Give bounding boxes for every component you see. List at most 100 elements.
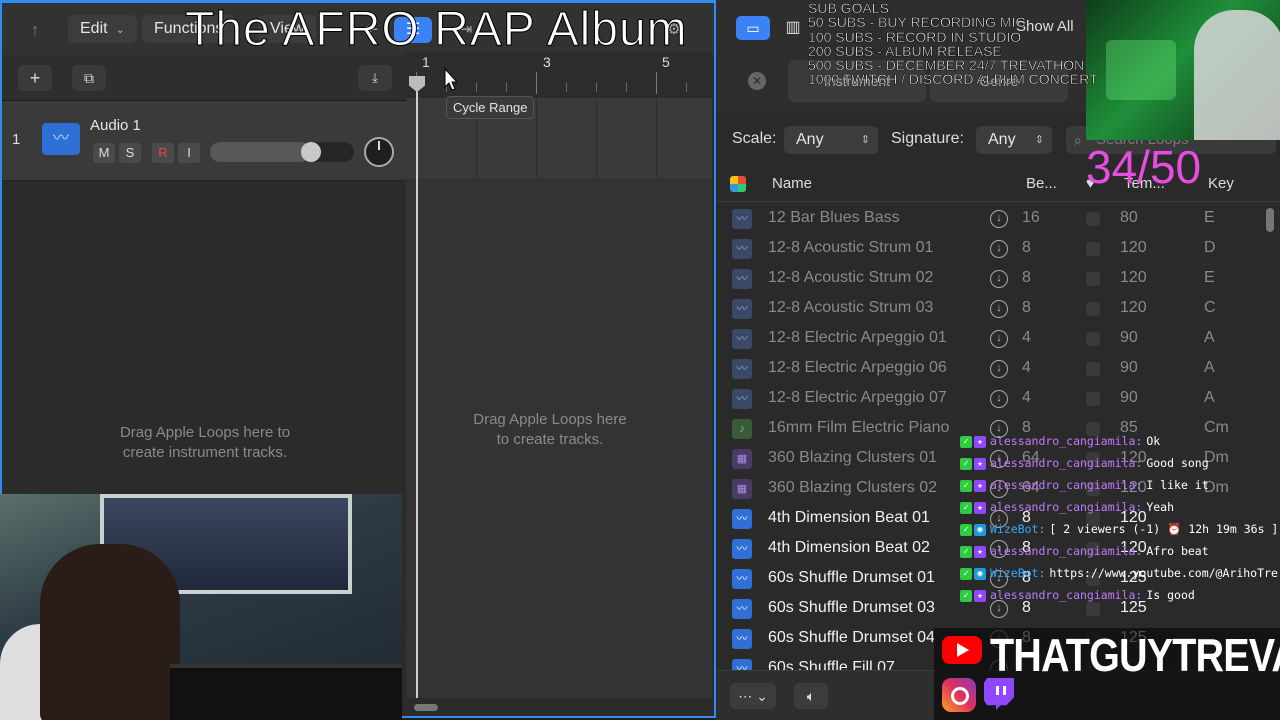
webcam-top xyxy=(1086,0,1280,140)
loop-tempo: 90 xyxy=(1120,329,1138,346)
scale-label: Scale: xyxy=(732,130,777,147)
favorite-checkbox[interactable] xyxy=(1086,302,1100,316)
loop-key: A xyxy=(1204,389,1215,406)
download-loop-icon[interactable]: ↓ xyxy=(990,210,1008,228)
updown-chevron-icon: ⇕ xyxy=(1034,134,1044,146)
name-column-header[interactable]: Name xyxy=(772,175,812,192)
download-loop-icon[interactable]: ↓ xyxy=(990,330,1008,348)
audio-loop-icon: 〰 xyxy=(732,209,752,229)
pattern-icon: ▦ xyxy=(732,479,752,499)
software-instrument-icon: ♪ xyxy=(732,419,752,439)
favorite-checkbox[interactable] xyxy=(1086,272,1100,286)
mute-button[interactable]: M xyxy=(93,143,115,163)
favorite-checkbox[interactable] xyxy=(1086,212,1100,226)
webcam-light xyxy=(1106,40,1176,100)
check-badge-icon: ✓ xyxy=(960,567,972,580)
audio-loop-icon: 〰 xyxy=(732,569,752,589)
category-icon[interactable] xyxy=(730,176,746,192)
grid-line xyxy=(656,98,657,178)
grid-line xyxy=(596,98,597,178)
loop-row[interactable]: 〰 12-8 Electric Arpeggio 01 ↓ 4 90 A xyxy=(716,324,1264,354)
signature-select[interactable]: Any ⇕ xyxy=(976,126,1052,154)
sub-goal-line: 500 SUBS - DECEMBER 24/7 TREVATHON xyxy=(808,57,1085,74)
duplicate-track-icon[interactable]: ⧉ xyxy=(72,65,106,91)
favorite-checkbox[interactable] xyxy=(1086,392,1100,406)
horizontal-scrollbar[interactable] xyxy=(414,704,438,711)
track-name[interactable]: Audio 1 xyxy=(90,117,141,134)
loop-row[interactable]: 〰 12-8 Electric Arpeggio 06 ↓ 4 90 A xyxy=(716,354,1264,384)
chat-message: ✓ ★ alessandro_cangiamila: Yeah xyxy=(960,500,1174,520)
favorite-checkbox[interactable] xyxy=(1086,242,1100,256)
pan-knob[interactable] xyxy=(364,137,394,167)
cycle-range-tooltip: Cycle Range xyxy=(446,96,535,119)
download-loop-icon[interactable]: ↓ xyxy=(990,240,1008,258)
loop-name: 360 Blazing Clusters 01 xyxy=(768,449,937,466)
loop-key: C xyxy=(1204,299,1216,316)
audio-loop-icon: 〰 xyxy=(732,359,752,379)
input-monitor-button[interactable]: I xyxy=(178,143,200,163)
download-loop-icon[interactable]: ↓ xyxy=(990,300,1008,318)
chat-message: ✓ ★ alessandro_cangiamila: I like it xyxy=(960,478,1209,498)
loop-tempo: 80 xyxy=(1120,209,1138,226)
chat-username: alessandro_cangiamila: xyxy=(990,434,1143,448)
volume-slider[interactable] xyxy=(210,142,354,162)
chat-username: alessandro_cangiamila: xyxy=(990,544,1143,558)
loop-row[interactable]: 〰 12-8 Acoustic Strum 01 ↓ 8 120 D xyxy=(716,234,1264,264)
favorite-checkbox[interactable] xyxy=(1086,332,1100,346)
beats-column-header[interactable]: Be... xyxy=(1026,175,1057,192)
edit-menu-label: Edit xyxy=(80,20,108,37)
back-arrow-icon[interactable]: ↑ xyxy=(22,17,48,43)
audio-loop-icon: 〰 xyxy=(732,389,752,409)
loop-row[interactable]: 〰 12-8 Acoustic Strum 02 ↓ 8 120 E xyxy=(716,264,1264,294)
loops-view-icon[interactable]: ▭ xyxy=(736,16,770,40)
bot-badge-icon: ◉ xyxy=(974,567,986,580)
drag-instruction-tracks: Drag Apple Loops here to create tracks. xyxy=(473,411,627,448)
stream-title: The AFRO RAP Album xyxy=(185,3,688,57)
star-badge-icon: ★ xyxy=(974,501,986,514)
check-badge-icon: ✓ xyxy=(960,435,972,448)
scale-select[interactable]: Any ⇕ xyxy=(784,126,878,154)
more-options-button[interactable]: ⋯ ⌄ xyxy=(730,683,776,709)
download-loop-icon[interactable]: ↓ xyxy=(990,360,1008,378)
arrange-area[interactable]: 1 3 5 Drag Apple Loops here to create tr… xyxy=(406,52,712,711)
check-badge-icon: ✓ xyxy=(960,589,972,602)
loop-tempo: 90 xyxy=(1120,389,1138,406)
add-track-icon[interactable]: + xyxy=(18,65,52,91)
chat-text: I like it xyxy=(1146,478,1209,492)
audio-loop-icon: 〰 xyxy=(732,599,752,619)
solo-button[interactable]: S xyxy=(119,143,141,163)
audio-loop-icon: 〰 xyxy=(732,239,752,259)
audio-loop-icon: 〰 xyxy=(732,299,752,319)
audio-loop-icon: 〰 xyxy=(732,509,752,529)
loop-row[interactable]: 〰 12-8 Electric Arpeggio 07 ↓ 4 90 A xyxy=(716,384,1264,414)
key-column-header[interactable]: Key xyxy=(1208,175,1234,192)
loop-beats: 16 xyxy=(1022,209,1040,226)
chat-text: https://www.youtube.com/@ArihoTre xyxy=(1049,566,1278,580)
clear-filter-icon[interactable]: ✕ xyxy=(748,72,766,90)
loop-name: 4th Dimension Beat 02 xyxy=(768,539,930,556)
track-number: 1 xyxy=(12,131,21,148)
chat-text: Yeah xyxy=(1146,500,1175,514)
download-loop-icon[interactable]: ↓ xyxy=(990,390,1008,408)
loop-name: 12 Bar Blues Bass xyxy=(768,209,900,226)
chat-username: alessandro_cangiamila: xyxy=(990,456,1143,470)
speaker-icon[interactable]: 🔈︎ xyxy=(794,683,828,709)
download-icon[interactable]: ⤓ xyxy=(358,65,392,91)
loop-row[interactable]: 〰 12-8 Acoustic Strum 03 ↓ 8 120 C xyxy=(716,294,1264,324)
favorite-checkbox[interactable] xyxy=(1086,362,1100,376)
chat-text: Ok xyxy=(1146,434,1161,448)
audio-loop-icon: 〰 xyxy=(732,329,752,349)
record-enable-button[interactable]: R xyxy=(152,143,174,163)
track-header[interactable]: 1 〰 Audio 1 M S R I xyxy=(2,101,408,181)
edit-menu[interactable]: Edit ⌄ xyxy=(68,15,137,43)
loop-row[interactable]: 〰 12 Bar Blues Bass ↓ 16 80 E xyxy=(716,204,1264,234)
star-badge-icon: ★ xyxy=(974,589,986,602)
download-loop-icon[interactable]: ↓ xyxy=(990,270,1008,288)
updown-chevron-icon: ⇕ xyxy=(860,134,870,146)
vertical-scrollbar[interactable] xyxy=(1266,208,1274,232)
grid-line xyxy=(536,98,537,178)
playhead[interactable] xyxy=(416,82,418,698)
columns-view-icon[interactable]: ▥ xyxy=(780,16,806,40)
webcam-keyboard xyxy=(170,664,402,720)
volume-slider-handle[interactable] xyxy=(300,142,321,162)
